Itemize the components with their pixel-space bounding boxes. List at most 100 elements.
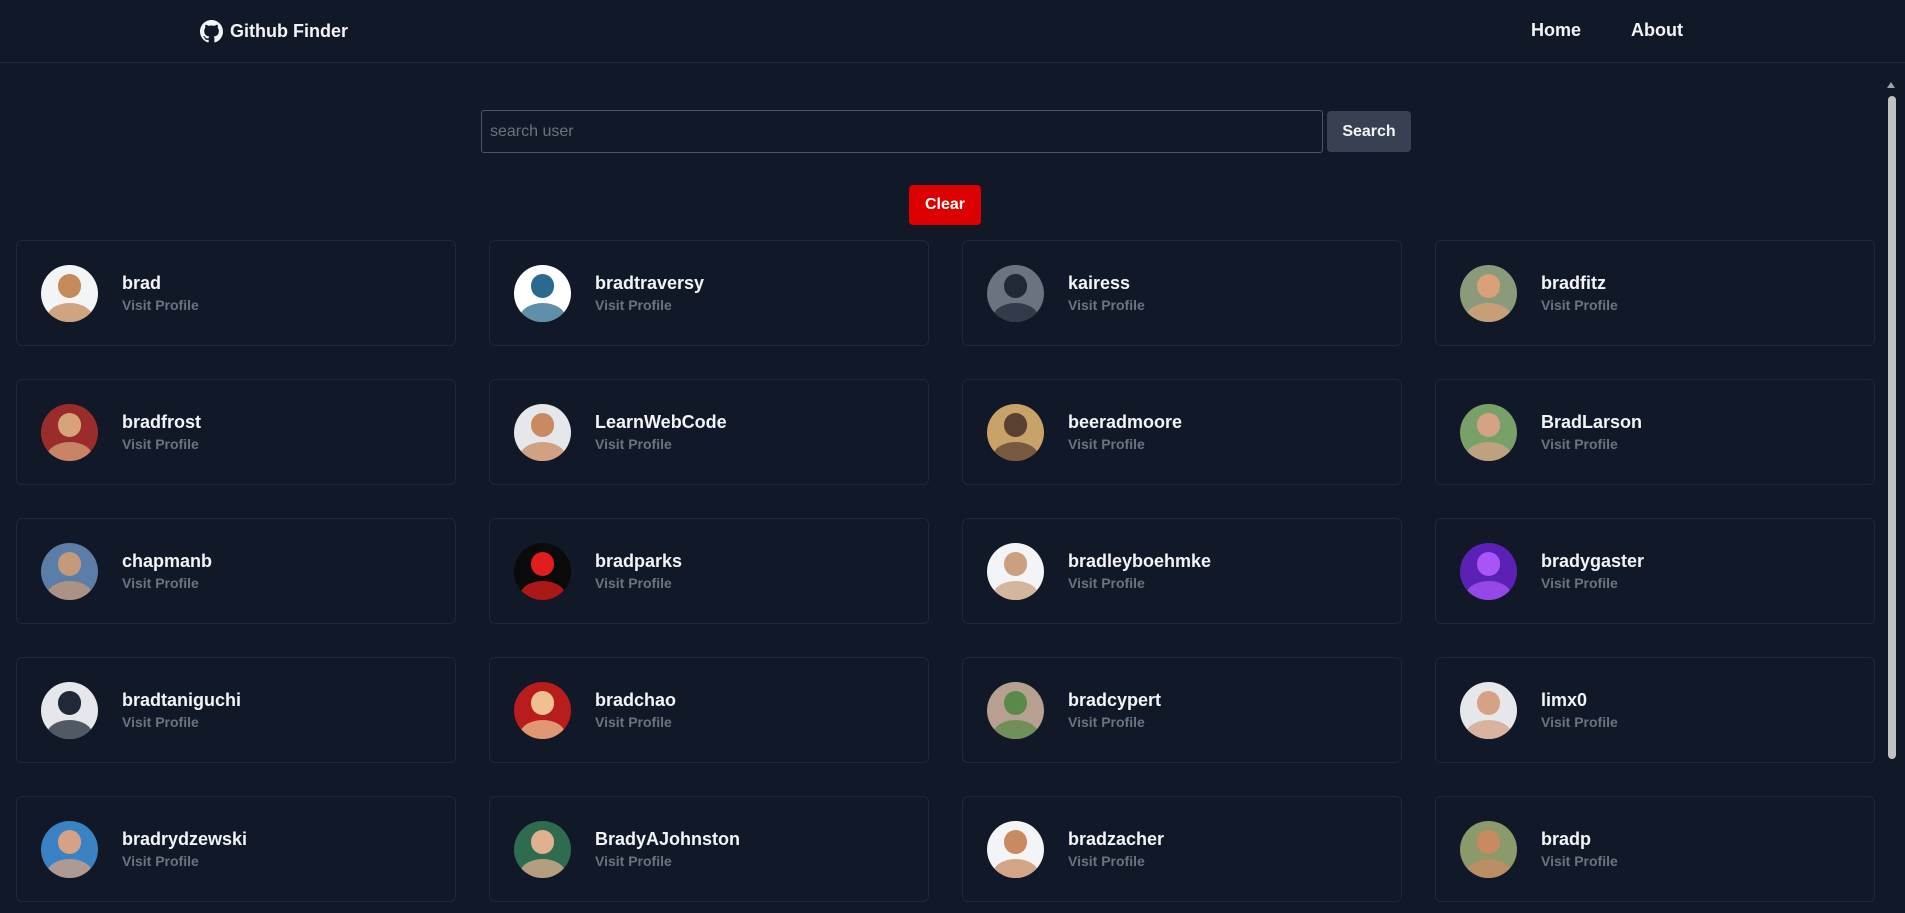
visit-profile-link[interactable]: Visit Profile <box>1541 435 1642 453</box>
visit-profile-link[interactable]: Visit Profile <box>595 852 740 870</box>
user-login: bradrydzewski <box>122 829 248 849</box>
visit-profile-link[interactable]: Visit Profile <box>1541 296 1618 314</box>
user-card: bradfrost Visit Profile <box>16 379 456 485</box>
visit-profile-link[interactable]: Visit Profile <box>595 435 727 453</box>
user-avatar <box>41 403 98 461</box>
user-avatar <box>1460 403 1517 461</box>
brand-title: Github Finder <box>230 20 348 41</box>
visit-profile-link[interactable]: Visit Profile <box>1541 574 1644 592</box>
visit-profile-link[interactable]: Visit Profile <box>122 435 201 453</box>
user-card-text: beeradmoore Visit Profile <box>1068 411 1182 453</box>
user-card-text: BradyAJohnston Visit Profile <box>595 828 740 870</box>
user-login: bradp <box>1541 829 1592 849</box>
user-avatar <box>1460 542 1517 600</box>
user-card: bradparks Visit Profile <box>489 518 929 624</box>
user-login: beeradmoore <box>1068 412 1183 432</box>
visit-profile-link[interactable]: Visit Profile <box>122 852 247 870</box>
search-input[interactable] <box>481 110 1323 153</box>
user-avatar <box>987 820 1044 878</box>
user-card-text: kairess Visit Profile <box>1068 272 1145 314</box>
user-avatar <box>514 403 571 461</box>
user-login: BradLarson <box>1541 412 1643 432</box>
visit-profile-link[interactable]: Visit Profile <box>1068 852 1164 870</box>
visit-profile-link[interactable]: Visit Profile <box>1068 296 1145 314</box>
user-card: kairess Visit Profile <box>962 240 1402 346</box>
user-avatar <box>514 264 571 322</box>
search-button[interactable]: Search <box>1327 111 1411 152</box>
visit-profile-link[interactable]: Visit Profile <box>1068 435 1182 453</box>
nav-about-link[interactable]: About <box>1631 20 1683 41</box>
user-login: limx0 <box>1541 690 1588 710</box>
user-card-text: bradchao Visit Profile <box>595 689 676 731</box>
user-login: bradleyboehmke <box>1068 551 1212 571</box>
clear-button[interactable]: Clear <box>909 185 981 225</box>
visit-profile-link[interactable]: Visit Profile <box>1068 713 1161 731</box>
scrollbar-thumb[interactable] <box>1888 96 1896 759</box>
user-card-text: LearnWebCode Visit Profile <box>595 411 727 453</box>
user-card: chapmanb Visit Profile <box>16 518 456 624</box>
user-avatar <box>987 542 1044 600</box>
user-avatar <box>514 542 571 600</box>
visit-profile-link[interactable]: Visit Profile <box>595 713 676 731</box>
scroll-up-arrow-icon[interactable] <box>1887 82 1895 88</box>
user-avatar <box>987 264 1044 322</box>
user-card: bradfitz Visit Profile <box>1435 240 1875 346</box>
user-login: LearnWebCode <box>595 412 727 432</box>
user-grid: brad Visit Profile bradtraversy Visit Profi… <box>16 240 1875 902</box>
user-login: kairess <box>1068 273 1131 293</box>
user-avatar <box>514 820 571 878</box>
user-card-text: brad Visit Profile <box>122 272 199 314</box>
visit-profile-link[interactable]: Visit Profile <box>122 574 212 592</box>
user-login: brad <box>122 273 162 293</box>
user-login: bradygaster <box>1541 551 1645 571</box>
user-avatar <box>41 820 98 878</box>
user-card-text: bradzacher Visit Profile <box>1068 828 1164 870</box>
user-card: bradzacher Visit Profile <box>962 796 1402 902</box>
user-login: bradtaniguchi <box>122 690 242 710</box>
user-card: bradcypert Visit Profile <box>962 657 1402 763</box>
visit-profile-link[interactable]: Visit Profile <box>122 296 199 314</box>
user-card: beeradmoore Visit Profile <box>962 379 1402 485</box>
github-icon <box>200 19 223 42</box>
user-card: BradLarson Visit Profile <box>1435 379 1875 485</box>
user-login: bradfitz <box>1541 273 1606 293</box>
user-card: BradyAJohnston Visit Profile <box>489 796 929 902</box>
user-card-text: limx0 Visit Profile <box>1541 689 1618 731</box>
user-login: chapmanb <box>122 551 213 571</box>
user-login: bradfrost <box>122 412 202 432</box>
visit-profile-link[interactable]: Visit Profile <box>595 574 682 592</box>
user-card-text: bradparks Visit Profile <box>595 550 682 592</box>
user-card-text: bradfitz Visit Profile <box>1541 272 1618 314</box>
user-card-text: bradtaniguchi Visit Profile <box>122 689 241 731</box>
user-card: LearnWebCode Visit Profile <box>489 379 929 485</box>
user-avatar <box>41 542 98 600</box>
user-card: limx0 Visit Profile <box>1435 657 1875 763</box>
user-card: bradygaster Visit Profile <box>1435 518 1875 624</box>
visit-profile-link[interactable]: Visit Profile <box>595 296 704 314</box>
user-card-text: bradtraversy Visit Profile <box>595 272 704 314</box>
user-card: bradchao Visit Profile <box>489 657 929 763</box>
user-login: bradtraversy <box>595 273 705 293</box>
user-card-text: bradrydzewski Visit Profile <box>122 828 247 870</box>
user-login: bradzacher <box>1068 829 1165 849</box>
nav-home-link[interactable]: Home <box>1531 20 1581 41</box>
navbar: Github Finder Home About <box>0 0 1905 63</box>
user-login: bradcypert <box>1068 690 1162 710</box>
user-avatar <box>41 681 98 739</box>
user-avatar <box>987 681 1044 739</box>
search-form: Search <box>481 110 1411 153</box>
user-card-text: bradleyboehmke Visit Profile <box>1068 550 1211 592</box>
user-avatar <box>987 403 1044 461</box>
visit-profile-link[interactable]: Visit Profile <box>1541 852 1618 870</box>
user-login: bradchao <box>595 690 677 710</box>
visit-profile-link[interactable]: Visit Profile <box>1068 574 1211 592</box>
user-avatar <box>1460 820 1517 878</box>
visit-profile-link[interactable]: Visit Profile <box>122 713 241 731</box>
user-card: bradrydzewski Visit Profile <box>16 796 456 902</box>
brand-logo-link[interactable]: Github Finder <box>200 19 348 43</box>
user-card-text: bradcypert Visit Profile <box>1068 689 1161 731</box>
user-card-text: BradLarson Visit Profile <box>1541 411 1642 453</box>
visit-profile-link[interactable]: Visit Profile <box>1541 713 1618 731</box>
user-card: brad Visit Profile <box>16 240 456 346</box>
user-card-text: chapmanb Visit Profile <box>122 550 212 592</box>
